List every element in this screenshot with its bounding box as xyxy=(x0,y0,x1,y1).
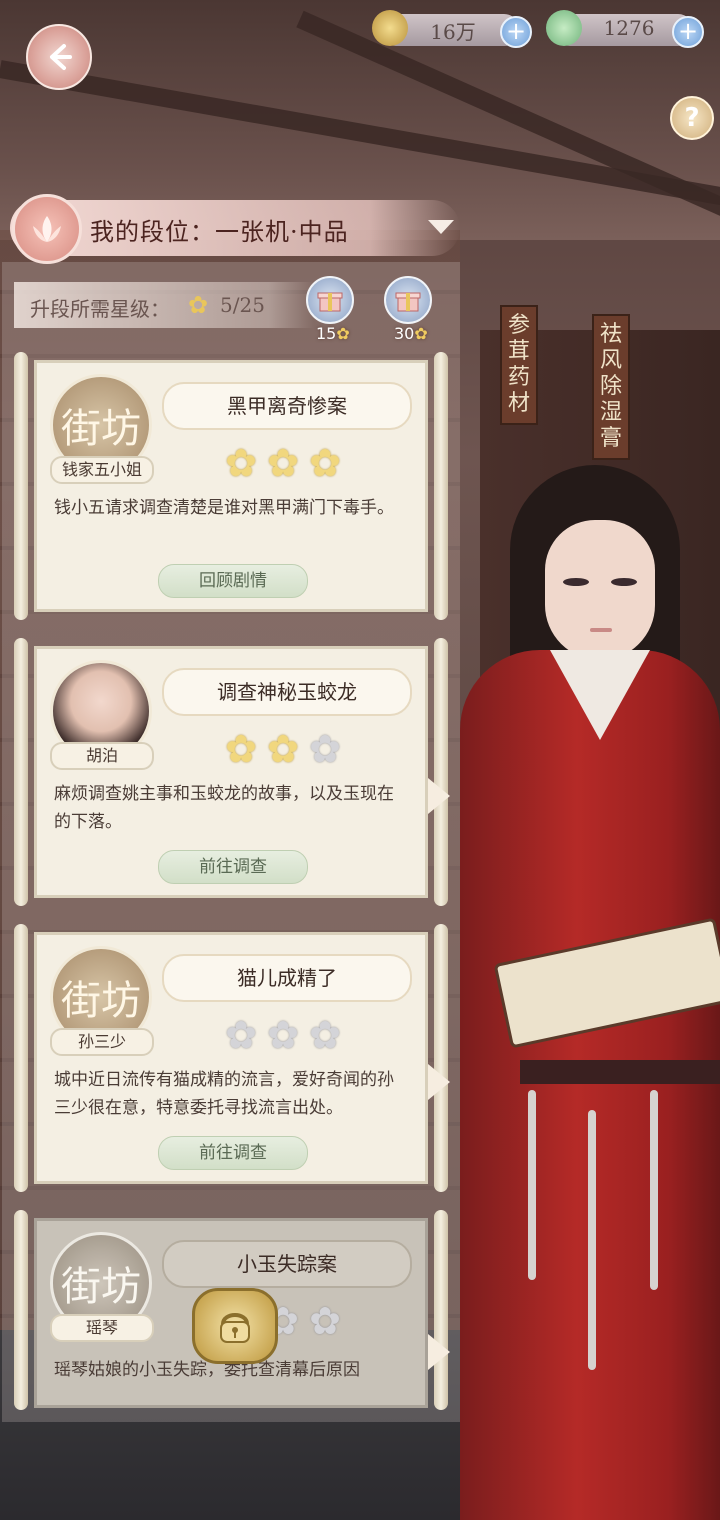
star-rating: ✿ ✿ ✿ xyxy=(222,444,352,484)
scroll-rod xyxy=(434,638,448,906)
rank-title: 我的段位：一张机·中品 xyxy=(90,218,349,246)
investigate-button[interactable]: 前往调查 xyxy=(158,1136,308,1170)
back-button[interactable] xyxy=(26,24,92,90)
shop-plaque: 参茸药材 xyxy=(500,305,538,425)
coin-value: 16万 xyxy=(430,20,476,44)
add-jade-button[interactable]: + xyxy=(672,16,704,48)
star-icon: ✿ xyxy=(309,727,341,771)
case-title: 调查神秘玉蛟龙 xyxy=(162,668,412,716)
review-story-button[interactable]: 回顾剧情 xyxy=(158,564,308,598)
scroll-rod xyxy=(14,1210,28,1410)
lotus-emblem-icon xyxy=(12,194,82,264)
star-icon: ✿ xyxy=(309,441,341,485)
tassel xyxy=(588,1110,596,1370)
star-icon: ✿ xyxy=(225,1013,257,1057)
scroll-rod xyxy=(14,352,28,620)
case-card[interactable]: 街坊 孙三少 猫儿成精了 ✿ ✿ ✿ 城中近日流传有猫成精的流言，爱好奇闻的孙三… xyxy=(14,924,450,1192)
client-name: 瑶琴 xyxy=(50,1314,154,1342)
star-icon: ✿ xyxy=(267,1013,299,1057)
star-icon: ✿ xyxy=(225,441,257,485)
client-name: 钱家五小姐 xyxy=(50,456,154,484)
gift-box-icon[interactable] xyxy=(306,276,354,324)
add-coins-button[interactable]: + xyxy=(500,16,532,48)
scroll-rod xyxy=(14,924,28,1192)
mouth xyxy=(590,628,612,632)
client-name: 胡泊 xyxy=(50,742,154,770)
case-title: 小玉失踪案 xyxy=(162,1240,412,1288)
gift-threshold: 15✿ xyxy=(316,324,350,343)
next-arrow-icon[interactable] xyxy=(428,778,450,814)
case-title: 猫儿成精了 xyxy=(162,954,412,1002)
star-icon: ✿ xyxy=(309,1013,341,1057)
scroll-rod xyxy=(14,638,28,906)
star-requirement-label: 升段所需星级： xyxy=(30,297,170,321)
next-arrow-icon[interactable] xyxy=(428,1334,450,1370)
case-description: 麻烦调查姚主事和玉蛟龙的故事，以及玉现在的下落。 xyxy=(54,784,394,832)
star-icon: ✿ xyxy=(267,441,299,485)
scroll-rod xyxy=(434,1210,448,1410)
character-face xyxy=(545,520,655,660)
scroll-rod xyxy=(434,352,448,620)
case-description: 城中近日流传有猫成精的流言，爱好奇闻的孙三少很在意，特意委托寻找流言出处。 xyxy=(54,1070,394,1118)
shop-plaque: 祛风除湿膏 xyxy=(592,314,630,460)
investigate-button[interactable]: 前往调查 xyxy=(158,850,308,884)
star-requirement-progress: 5/25 xyxy=(220,293,265,317)
star-icon: ✿ xyxy=(188,291,209,319)
star-icon: ✿ xyxy=(267,727,299,771)
case-card[interactable]: 街坊 钱家五小姐 黑甲离奇惨案 ✿ ✿ ✿ 钱小五请求调查清楚是谁对黑甲满门下毒… xyxy=(14,352,448,620)
case-card-locked[interactable]: 街坊 瑶琴 小玉失踪案 ✿ ✿ ✿ 瑶琴姑娘的小玉失踪，委托查清幕后原因 xyxy=(14,1210,450,1410)
case-title: 黑甲离奇惨案 xyxy=(162,382,412,430)
next-arrow-icon[interactable] xyxy=(428,1064,450,1100)
character-belt xyxy=(520,1060,720,1084)
jade-value: 1276 xyxy=(603,16,655,40)
case-card[interactable]: 胡泊 调查神秘玉蛟龙 ✿ ✿ ✿ 麻烦调查姚主事和玉蛟龙的故事，以及玉现在的下落… xyxy=(14,638,450,906)
star-rating: ✿ ✿ ✿ xyxy=(222,1016,352,1056)
star-icon: ✿ xyxy=(225,727,257,771)
help-button[interactable]: ? xyxy=(670,96,714,140)
client-name: 孙三少 xyxy=(50,1028,154,1056)
star-rating: ✿ ✿ ✿ xyxy=(222,730,352,770)
character-robe xyxy=(460,650,720,1520)
gift-box-icon[interactable] xyxy=(384,276,432,324)
lock-icon[interactable] xyxy=(192,1288,278,1364)
scroll-rod xyxy=(434,924,448,1192)
tassel xyxy=(650,1090,658,1290)
back-arrow-icon xyxy=(50,44,72,70)
character-portrait xyxy=(440,450,720,1520)
gift-threshold: 30✿ xyxy=(394,324,428,343)
case-description: 钱小五请求调查清楚是谁对黑甲满门下毒手。 xyxy=(54,498,394,518)
star-icon: ✿ xyxy=(309,1299,341,1343)
eye xyxy=(611,578,637,586)
eye xyxy=(563,578,589,586)
dropdown-arrow-icon[interactable] xyxy=(428,220,454,234)
tassel xyxy=(528,1090,536,1280)
